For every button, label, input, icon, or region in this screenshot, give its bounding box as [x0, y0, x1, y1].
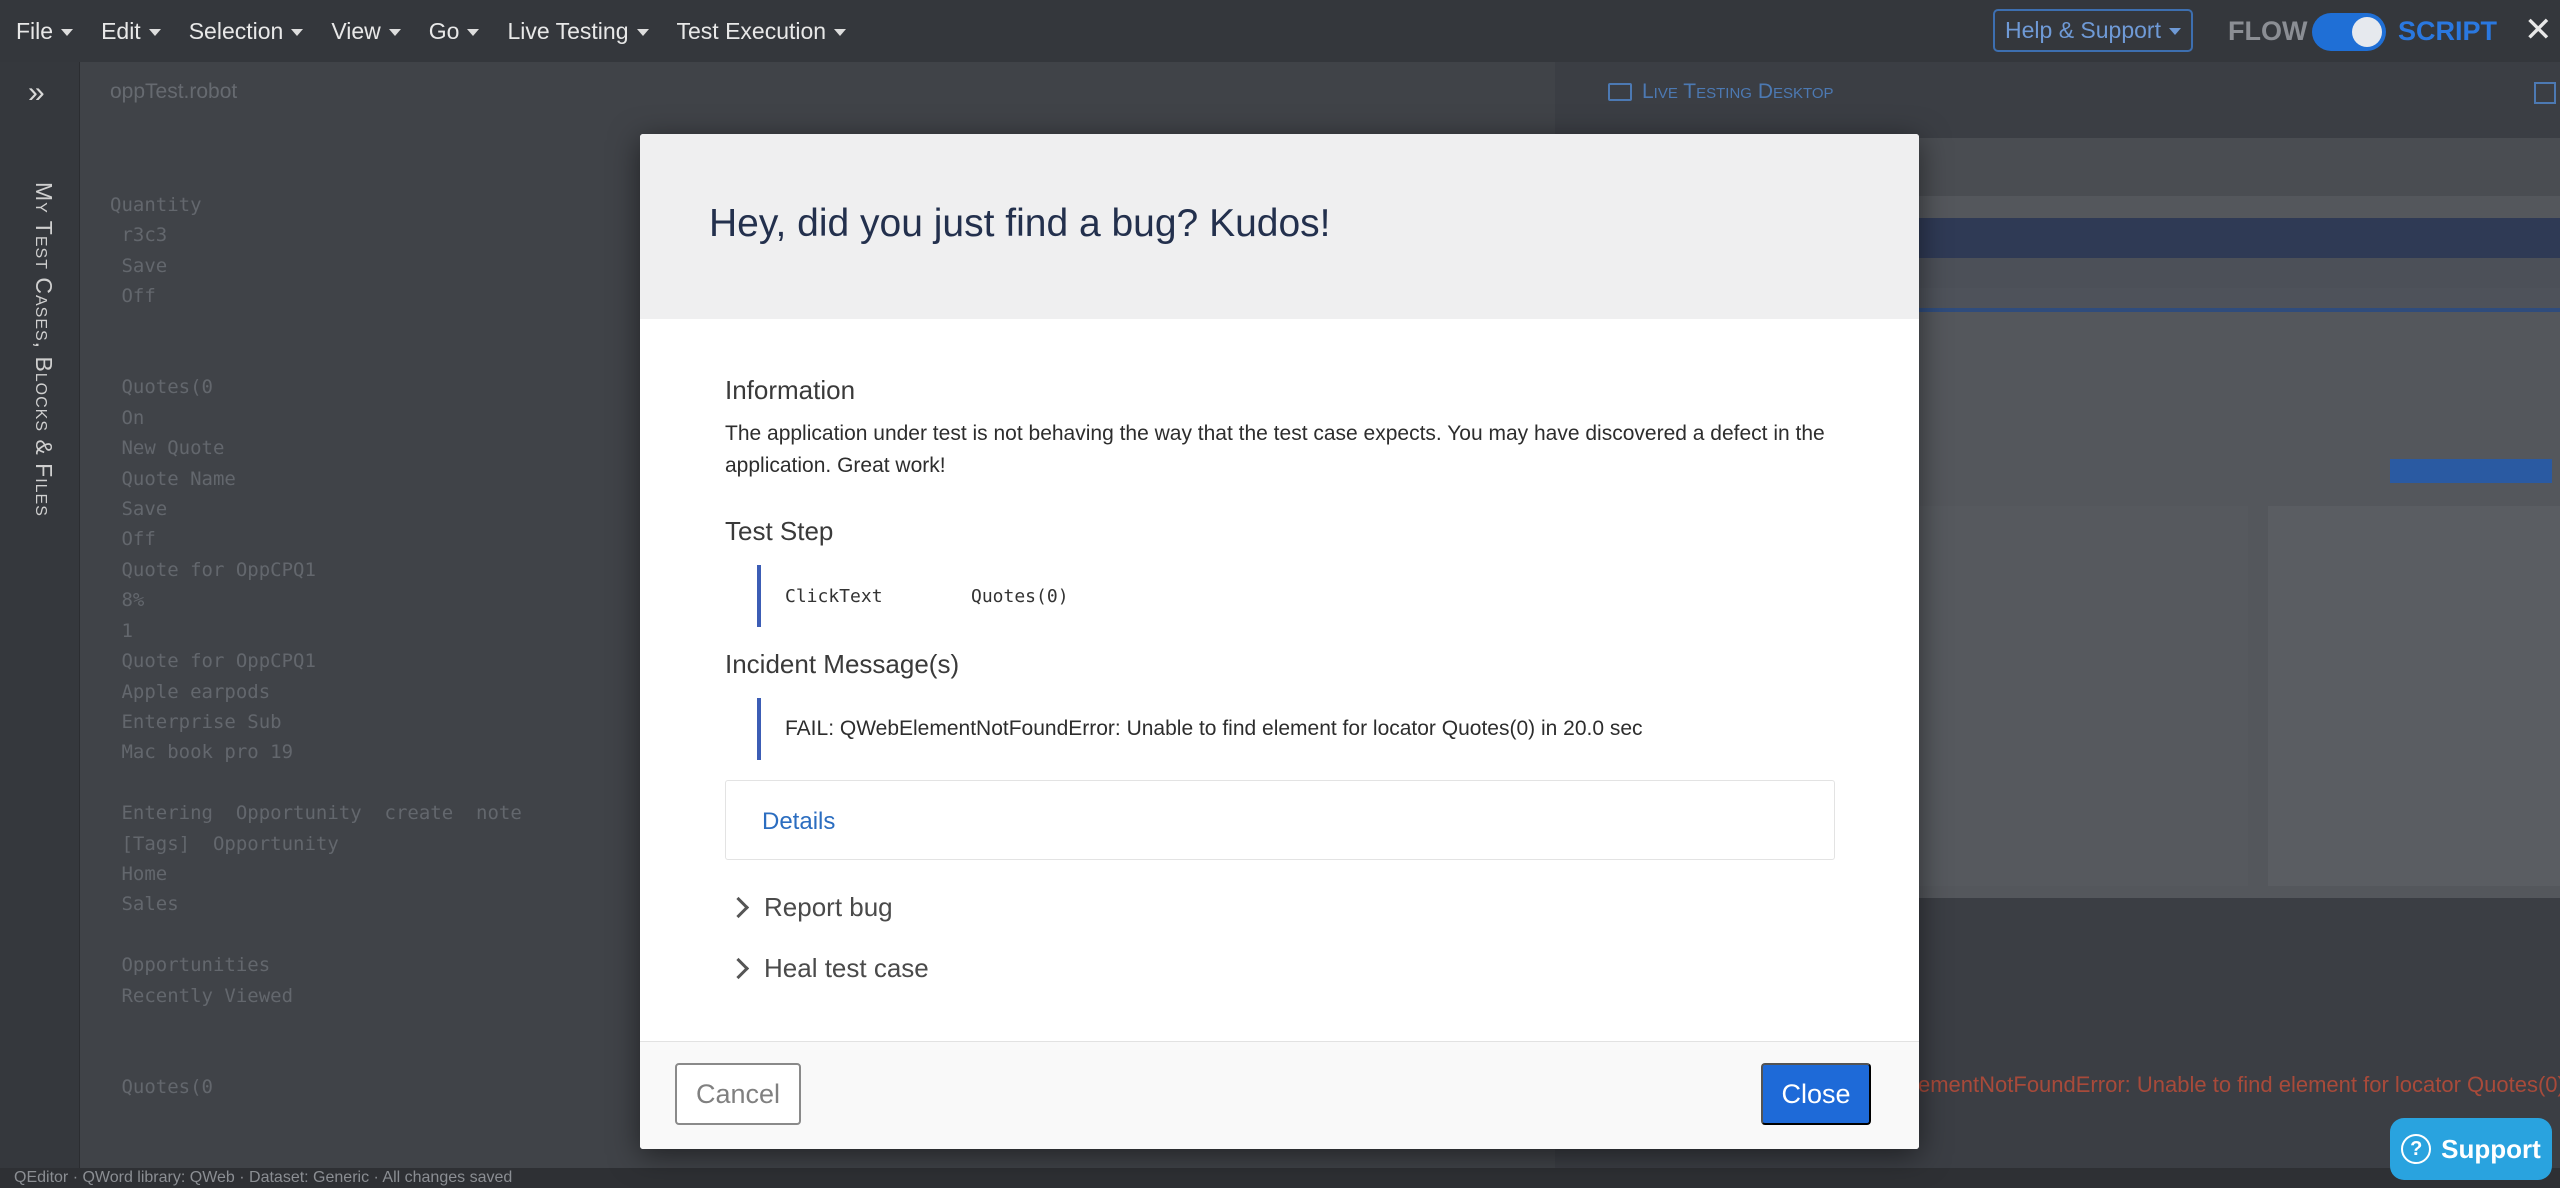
- flow-script-toggle[interactable]: [2312, 13, 2386, 51]
- menu-bar: File Edit Selection View Go Live Testing…: [0, 0, 2560, 62]
- caret-down-icon: [291, 28, 304, 36]
- incident-block: FAIL: QWebElementNotFoundError: Unable t…: [757, 698, 1835, 760]
- test-step-block: ClickText Quotes(0): [757, 565, 1835, 627]
- help-support-label: Help & Support: [2005, 17, 2161, 43]
- caret-down-icon: [467, 28, 480, 36]
- menu-selection-label: Selection: [188, 17, 284, 44]
- caret-down-icon: [2168, 28, 2181, 35]
- test-step-heading: Test Step: [725, 516, 834, 546]
- menu-test-execution[interactable]: Test Execution: [663, 0, 861, 62]
- help-support-button[interactable]: Help & Support: [1993, 9, 2193, 52]
- cancel-button[interactable]: Cancel: [675, 1063, 801, 1125]
- caret-down-icon: [388, 28, 401, 36]
- caret-down-icon: [636, 28, 649, 36]
- details-panel: Details: [725, 780, 1835, 860]
- dialog-title: Hey, did you just find a bug? Kudos!: [709, 202, 1331, 245]
- browser-url-bar: [1918, 138, 2560, 196]
- test-step-keyword: ClickText: [785, 585, 883, 607]
- code-content: Quantity r3c3 Save Off Quotes(0 On New Q…: [110, 194, 522, 1098]
- information-text: The application under test is not behavi…: [725, 422, 1825, 477]
- chevron-right-icon: [727, 957, 750, 980]
- app-details-card: [1918, 506, 2248, 886]
- editor-tab[interactable]: oppTest.robot: [110, 80, 237, 104]
- script-mode-label: SCRIPT: [2398, 16, 2498, 46]
- external-link-icon[interactable]: [2534, 82, 2556, 104]
- side-rail: » My Test Cases, Blocks & Files: [0, 62, 80, 1170]
- chevron-right-icon: [727, 896, 750, 919]
- toggle-knob: [2352, 17, 2382, 47]
- app-header-bar: [1918, 218, 2560, 258]
- menu-edit[interactable]: Edit: [87, 0, 175, 62]
- heal-test-case-expander[interactable]: Heal test case: [727, 953, 1835, 984]
- menu-test-execution-label: Test Execution: [676, 17, 827, 44]
- live-browser-view: [1918, 138, 2560, 898]
- menu-file[interactable]: File: [0, 0, 87, 62]
- menu-view[interactable]: View: [317, 0, 414, 62]
- rail-label[interactable]: My Test Cases, Blocks & Files: [30, 182, 57, 517]
- caret-down-icon: [148, 28, 161, 36]
- live-testing-title-label: Live Testing Desktop: [1642, 80, 1834, 103]
- app-nav-bar: [1918, 288, 2560, 312]
- dialog-body: Information The application under test i…: [640, 319, 1919, 984]
- menu-file-label: File: [16, 17, 54, 44]
- caret-down-icon: [834, 28, 847, 36]
- close-button[interactable]: Close: [1761, 1063, 1871, 1125]
- incident-heading: Incident Message(s): [725, 649, 960, 679]
- heal-test-case-label: Heal test case: [764, 953, 929, 983]
- menu-live-testing-label: Live Testing: [507, 17, 629, 44]
- support-label: Support: [2441, 1133, 2541, 1164]
- console-error-text: ementNotFoundError: Unable to find eleme…: [1918, 1072, 2560, 1097]
- question-icon: ?: [2401, 1134, 2432, 1164]
- app-search-bar: [1918, 258, 2560, 288]
- menu-go[interactable]: Go: [415, 0, 494, 62]
- caret-down-icon: [61, 28, 74, 36]
- flow-mode-label: FLOW: [2228, 16, 2308, 46]
- live-testing-title: Live Testing Desktop: [1608, 80, 1834, 104]
- information-heading: Information: [725, 375, 856, 405]
- report-bug-expander[interactable]: Report bug: [727, 892, 1835, 923]
- details-link[interactable]: Details: [762, 808, 835, 835]
- status-bar: QEditor · QWord library: QWeb · Dataset:…: [0, 1168, 2560, 1188]
- dialog-header: Hey, did you just find a bug? Kudos!: [640, 134, 1919, 319]
- menu-view-label: View: [331, 17, 381, 44]
- test-step-argument: Quotes(0): [971, 585, 1069, 607]
- double-chevron-right-icon[interactable]: »: [28, 76, 45, 110]
- menu-live-testing[interactable]: Live Testing: [493, 0, 662, 62]
- bug-found-dialog: Hey, did you just find a bug? Kudos! Inf…: [640, 134, 1919, 1149]
- menu-edit-label: Edit: [101, 17, 141, 44]
- support-button[interactable]: ? Support: [2390, 1118, 2552, 1180]
- incident-message: FAIL: QWebElementNotFoundError: Unable t…: [785, 717, 1643, 740]
- dialog-footer: Cancel Close: [640, 1041, 1919, 1149]
- report-bug-label: Report bug: [764, 892, 893, 922]
- menu-go-label: Go: [428, 17, 460, 44]
- monitor-icon: [1608, 83, 1632, 101]
- close-icon[interactable]: ✕: [2524, 10, 2553, 50]
- menu-selection[interactable]: Selection: [175, 0, 318, 62]
- app-action-button: [2390, 459, 2552, 483]
- app-related-panel: [2268, 506, 2560, 886]
